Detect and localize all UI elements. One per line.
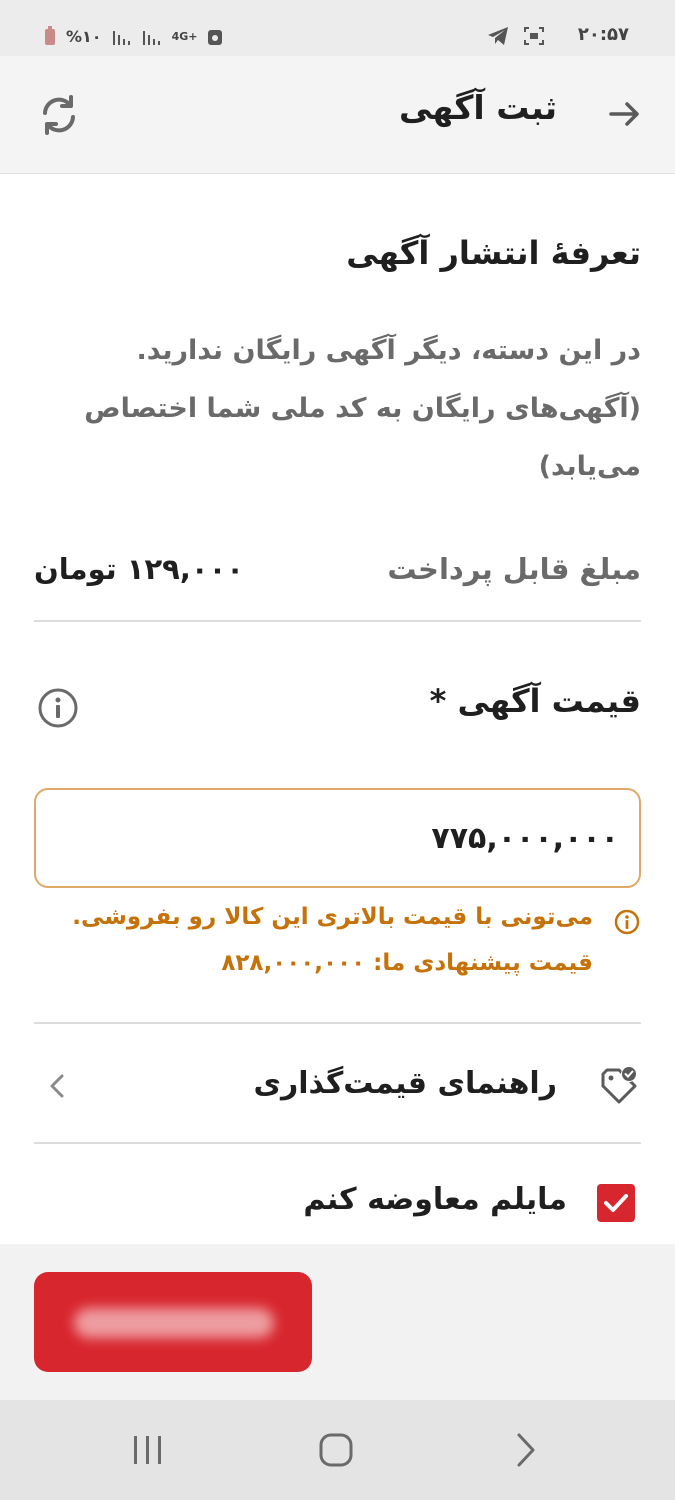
status-bar: ۲۰:۵۷ %۱۰ 4G+ [0,0,675,56]
back-nav-button[interactable] [506,1430,546,1470]
network-type: 4G+ [171,29,198,43]
signal-icon [112,31,130,45]
chevron-right-icon [517,1433,535,1467]
divider [34,1142,641,1144]
price-input[interactable] [34,788,641,888]
recent-apps-button[interactable] [128,1430,168,1470]
recent-apps-icon [134,1436,161,1464]
submit-label-blurred [74,1308,274,1338]
telegram-icon [488,27,508,45]
price-tag-check-icon [601,1066,637,1104]
screenshot-icon [524,27,544,45]
submit-button[interactable] [34,1272,312,1372]
back-button[interactable] [603,92,647,136]
tariff-description-line: (آگهی‌های رایگان به کد ملی شما اختصاص [84,393,641,424]
exchange-label: مایلم معاوضه کنم [303,1182,567,1217]
home-button[interactable] [316,1430,356,1470]
exchange-row[interactable]: مایلم معاوضه کنم [34,1164,641,1244]
app-bar: ثبت آگهی [0,56,675,174]
payable-value: ۱۲۹,۰۰۰ تومان [34,552,244,586]
refresh-icon [43,95,75,135]
status-icons-left: %۱۰ 4G+ [44,26,223,46]
system-nav-bar [0,1400,675,1500]
tariff-description-line: در این دسته، دیگر آگهی رایگان ندارید. [136,335,641,366]
tariff-title: تعرفهٔ انتشار آگهی [346,234,641,272]
warning-text: می‌تونی با قیمت بالاتری این کالا رو بفرو… [72,904,593,930]
suggested-price-text: قیمت پیشنهادی ما: ۸۲۸,۰۰۰,۰۰۰ [221,950,593,976]
tariff-description: در این دسته، دیگر آگهی رایگان ندارید. (آ… [51,322,641,496]
bottom-action-bar [0,1244,675,1400]
pricing-guide-label: راهنمای قیمت‌گذاری [253,1066,557,1101]
refresh-button[interactable] [36,92,82,138]
home-icon [319,1433,353,1467]
exchange-checkbox[interactable] [597,1184,635,1222]
recycle-icon [208,30,223,45]
page-title: ثبت آگهی [399,88,557,127]
info-icon [38,688,78,728]
pricing-guide-row[interactable]: راهنمای قیمت‌گذاری [34,1024,641,1144]
chevron-left-icon [50,1074,64,1098]
warning-info-icon [614,909,640,935]
payable-label: مبلغ قابل پرداخت [387,552,641,586]
screen: ۲۰:۵۷ %۱۰ 4G+ ثبت آگهی تعرفهٔ انتشار آگه… [0,0,675,1500]
payable-row: مبلغ قابل پرداخت ۱۲۹,۰۰۰ تومان [34,542,641,622]
tariff-description-line: می‌یابد) [538,451,641,482]
info-button[interactable] [36,686,80,730]
check-icon [604,1194,628,1212]
arrow-right-icon [609,102,639,126]
signal-icon-2 [142,31,160,45]
status-icons-right [487,26,545,46]
battery-percent: %۱۰ [66,26,102,46]
battery-icon [45,26,55,45]
price-heading: قیمت آگهی * [429,682,641,720]
status-time: ۲۰:۵۷ [577,24,629,45]
